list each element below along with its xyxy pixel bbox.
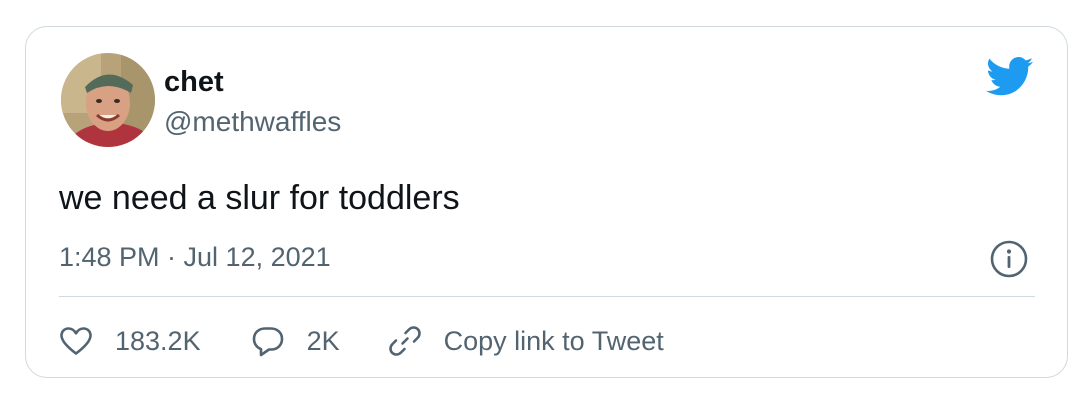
author-display-name[interactable]: chet xyxy=(164,65,224,99)
link-icon xyxy=(388,326,421,356)
tweet-text: we need a slur for toddlers xyxy=(59,179,460,217)
copy-link-button[interactable]: Copy link to Tweet xyxy=(388,324,664,358)
reply-button[interactable]: 2K xyxy=(251,324,340,358)
divider xyxy=(59,296,1035,297)
author-handle[interactable]: @methwaffles xyxy=(164,105,341,139)
like-count: 183.2K xyxy=(115,326,201,356)
info-icon[interactable] xyxy=(989,239,1029,279)
heart-icon xyxy=(60,327,92,355)
action-bar: 183.2K 2K Copy link to Tweet xyxy=(59,319,664,363)
tweet-card: chet @methwaffles we need a slur for tod… xyxy=(25,26,1068,378)
tweet-timestamp[interactable]: 1:48 PM · Jul 12, 2021 xyxy=(59,240,331,274)
avatar[interactable] xyxy=(61,53,155,147)
copy-link-label: Copy link to Tweet xyxy=(443,326,664,356)
speech-bubble-icon xyxy=(252,327,283,357)
avatar-image xyxy=(61,53,155,147)
twitter-bird-icon[interactable] xyxy=(986,57,1034,97)
like-button[interactable]: 183.2K xyxy=(59,324,201,358)
reply-count: 2K xyxy=(306,326,340,356)
